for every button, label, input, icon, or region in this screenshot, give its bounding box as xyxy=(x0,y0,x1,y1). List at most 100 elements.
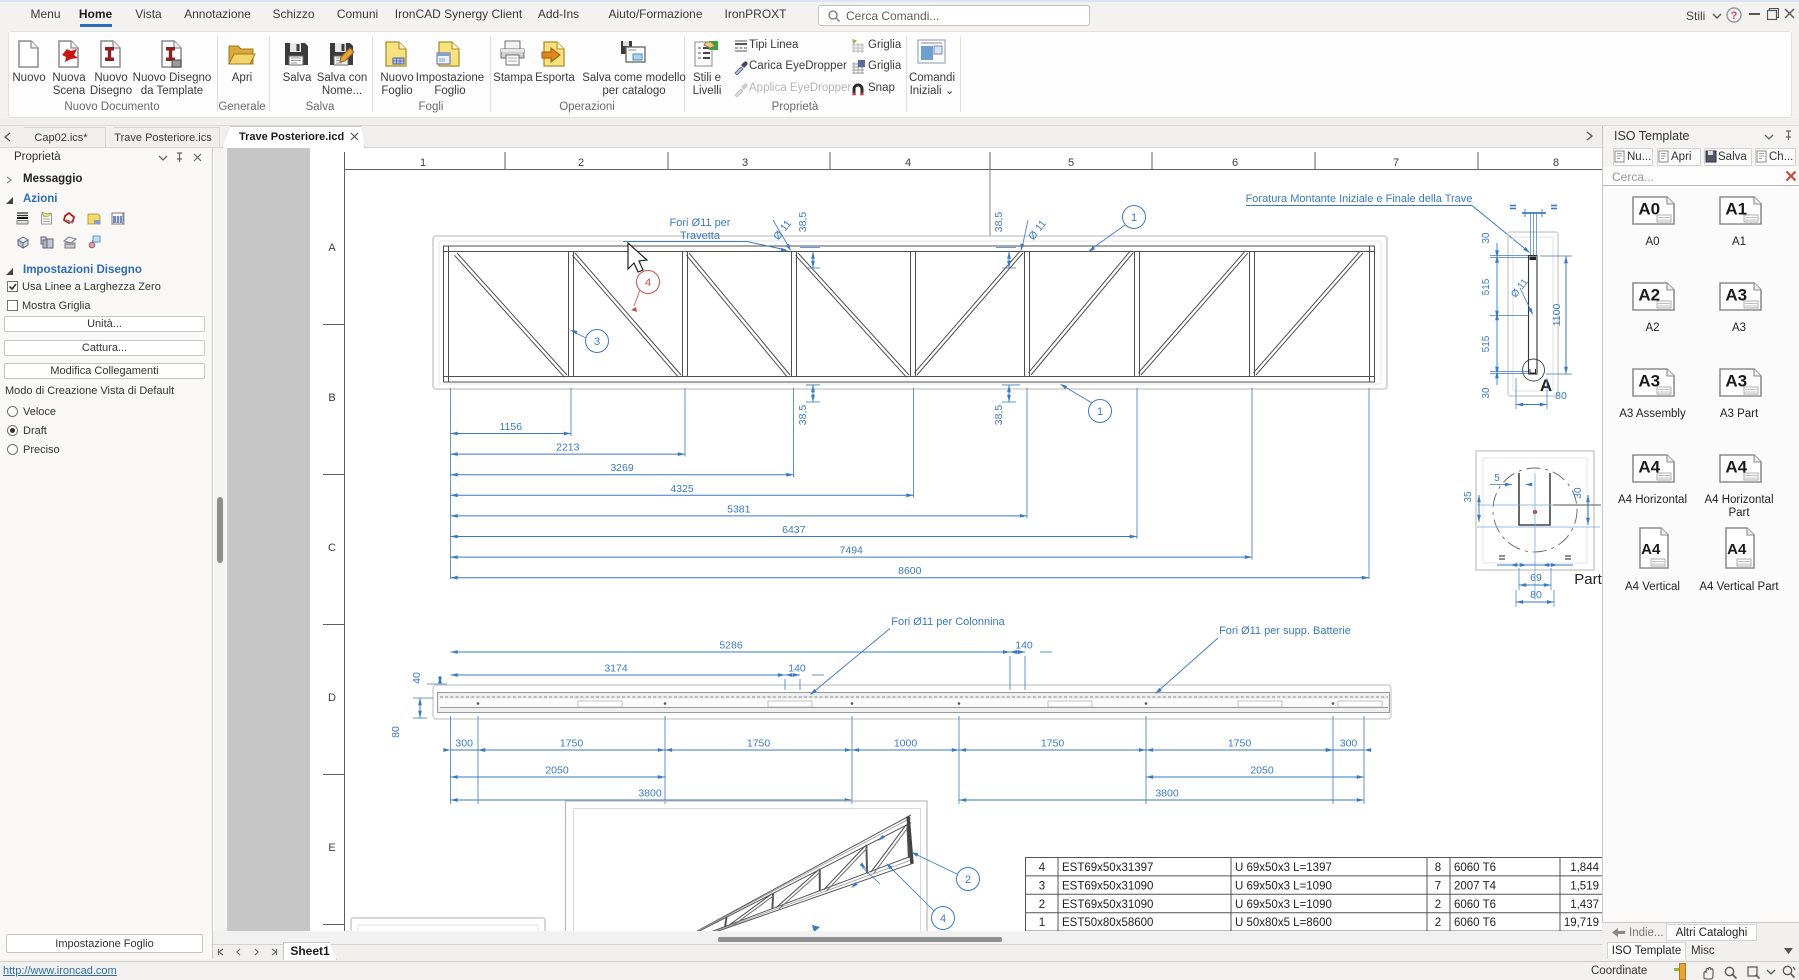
svg-text:2: 2 xyxy=(1039,899,1045,911)
svg-text:6060 T6: 6060 T6 xyxy=(1454,862,1496,874)
svg-text:4: 4 xyxy=(645,277,651,289)
svg-text:Travetta: Travetta xyxy=(680,230,721,242)
svg-text:3800: 3800 xyxy=(638,788,662,800)
svg-text:A3: A3 xyxy=(1725,372,1747,391)
svg-text:7: 7 xyxy=(1393,157,1399,169)
svg-text:Part: Part xyxy=(1574,571,1602,588)
svg-text:6060 T6: 6060 T6 xyxy=(1454,899,1496,911)
svg-text:Foratura Montante Iniziale e F: Foratura Montante Iniziale e Finale dell… xyxy=(1246,193,1473,205)
svg-text:1750: 1750 xyxy=(560,738,584,750)
svg-text:40: 40 xyxy=(411,672,423,684)
svg-text:3174: 3174 xyxy=(604,663,628,675)
svg-text:1750: 1750 xyxy=(1041,738,1065,750)
svg-text:300: 300 xyxy=(455,738,473,750)
svg-text:U 50x80x5 L=8600: U 50x80x5 L=8600 xyxy=(1235,917,1332,929)
svg-text:1,437: 1,437 xyxy=(1570,899,1599,911)
svg-text:B: B xyxy=(328,392,335,404)
svg-text:30: 30 xyxy=(1481,387,1492,399)
svg-text:A3: A3 xyxy=(1638,372,1660,391)
svg-text:38,5: 38,5 xyxy=(797,405,809,426)
svg-text:8: 8 xyxy=(1553,157,1559,169)
svg-text:EST69x50x31397: EST69x50x31397 xyxy=(1062,862,1153,874)
svg-text:U 69x50x3 L=1090: U 69x50x3 L=1090 xyxy=(1235,880,1332,892)
svg-text:Fori Ø11 per supp. Batterie: Fori Ø11 per supp. Batterie xyxy=(1219,625,1351,637)
svg-text:3800: 3800 xyxy=(1155,788,1179,800)
svg-text:5381: 5381 xyxy=(727,503,751,515)
svg-text:A4: A4 xyxy=(1638,458,1660,477)
svg-text:6: 6 xyxy=(1232,157,1238,169)
svg-text:8: 8 xyxy=(1435,862,1441,874)
svg-text:1: 1 xyxy=(1039,917,1045,929)
svg-text:38,5: 38,5 xyxy=(797,212,809,233)
svg-text:A3: A3 xyxy=(1725,286,1747,305)
svg-text:Ø 11: Ø 11 xyxy=(771,218,794,243)
svg-text:8600: 8600 xyxy=(898,565,922,577)
svg-text:69: 69 xyxy=(1530,572,1542,584)
svg-text:80: 80 xyxy=(1555,390,1567,402)
svg-text:?: ? xyxy=(1731,10,1738,22)
svg-text:U 69x50x3 L=1397: U 69x50x3 L=1397 xyxy=(1235,862,1332,874)
svg-text:1750: 1750 xyxy=(1228,738,1252,750)
svg-text:3: 3 xyxy=(594,336,600,348)
svg-text:3: 3 xyxy=(742,157,748,169)
svg-text:30: 30 xyxy=(1573,487,1584,499)
svg-text:C: C xyxy=(328,542,336,554)
svg-text:EST69x50x31090: EST69x50x31090 xyxy=(1062,880,1153,892)
svg-text:1000: 1000 xyxy=(894,738,918,750)
svg-text:6437: 6437 xyxy=(782,524,806,536)
svg-text:1100: 1100 xyxy=(1551,304,1563,327)
svg-text:EST69x50x31090: EST69x50x31090 xyxy=(1062,899,1153,911)
svg-text:1,844: 1,844 xyxy=(1570,862,1599,874)
svg-text:140: 140 xyxy=(788,663,806,675)
svg-text:80: 80 xyxy=(1530,589,1542,601)
svg-text:30: 30 xyxy=(1481,232,1492,244)
svg-text:4: 4 xyxy=(1039,862,1046,874)
svg-text:7: 7 xyxy=(1435,880,1441,892)
svg-text:515: 515 xyxy=(1481,335,1492,352)
svg-text:Fori Ø11 per: Fori Ø11 per xyxy=(670,217,731,229)
svg-text:A4: A4 xyxy=(1727,541,1747,558)
svg-text:515: 515 xyxy=(1481,278,1492,295)
svg-text:3269: 3269 xyxy=(610,462,634,474)
svg-text:300: 300 xyxy=(1340,738,1358,750)
svg-text:2: 2 xyxy=(1435,899,1441,911)
svg-text:A2: A2 xyxy=(1638,286,1660,305)
svg-text:1750: 1750 xyxy=(747,738,771,750)
svg-text:38,5: 38,5 xyxy=(993,405,1005,426)
svg-text:A0: A0 xyxy=(1638,200,1660,219)
svg-text:Ø 11: Ø 11 xyxy=(1026,218,1049,243)
svg-text:6060 T6: 6060 T6 xyxy=(1454,917,1496,929)
svg-text:5286: 5286 xyxy=(719,640,743,652)
svg-text:5: 5 xyxy=(1494,473,1500,484)
svg-text:A: A xyxy=(328,242,336,254)
svg-text:D: D xyxy=(328,692,336,704)
svg-text:A: A xyxy=(1540,376,1552,395)
svg-text:2050: 2050 xyxy=(545,765,569,777)
svg-text:E: E xyxy=(328,842,335,854)
svg-text:2050: 2050 xyxy=(1250,765,1274,777)
svg-text:1,519: 1,519 xyxy=(1570,880,1599,892)
svg-text:1: 1 xyxy=(1097,406,1103,418)
svg-text:1: 1 xyxy=(420,157,426,169)
svg-text:Fori Ø11 per Colonnina: Fori Ø11 per Colonnina xyxy=(891,616,1005,628)
svg-text:1: 1 xyxy=(1131,212,1137,224)
svg-text:38,5: 38,5 xyxy=(993,212,1005,233)
svg-text:19,719: 19,719 xyxy=(1564,917,1599,929)
svg-text:5: 5 xyxy=(1068,157,1074,169)
svg-text:4: 4 xyxy=(905,157,911,169)
svg-text:140: 140 xyxy=(1015,640,1033,652)
svg-text:80: 80 xyxy=(390,726,402,738)
svg-text:4: 4 xyxy=(940,913,946,925)
svg-text:2007 T4: 2007 T4 xyxy=(1454,880,1497,892)
svg-text:7494: 7494 xyxy=(840,545,864,557)
svg-text:EST50x80x58600: EST50x80x58600 xyxy=(1062,917,1153,929)
svg-text:35: 35 xyxy=(1463,491,1474,503)
svg-text:4325: 4325 xyxy=(670,483,694,495)
svg-text:1156: 1156 xyxy=(500,421,523,433)
svg-text:A4: A4 xyxy=(1641,541,1661,558)
svg-text:U 69x50x3 L=1090: U 69x50x3 L=1090 xyxy=(1235,899,1332,911)
svg-text:2: 2 xyxy=(1435,917,1441,929)
svg-text:2213: 2213 xyxy=(556,442,580,454)
svg-text:A1: A1 xyxy=(1725,200,1747,219)
svg-text:3: 3 xyxy=(1039,880,1045,892)
